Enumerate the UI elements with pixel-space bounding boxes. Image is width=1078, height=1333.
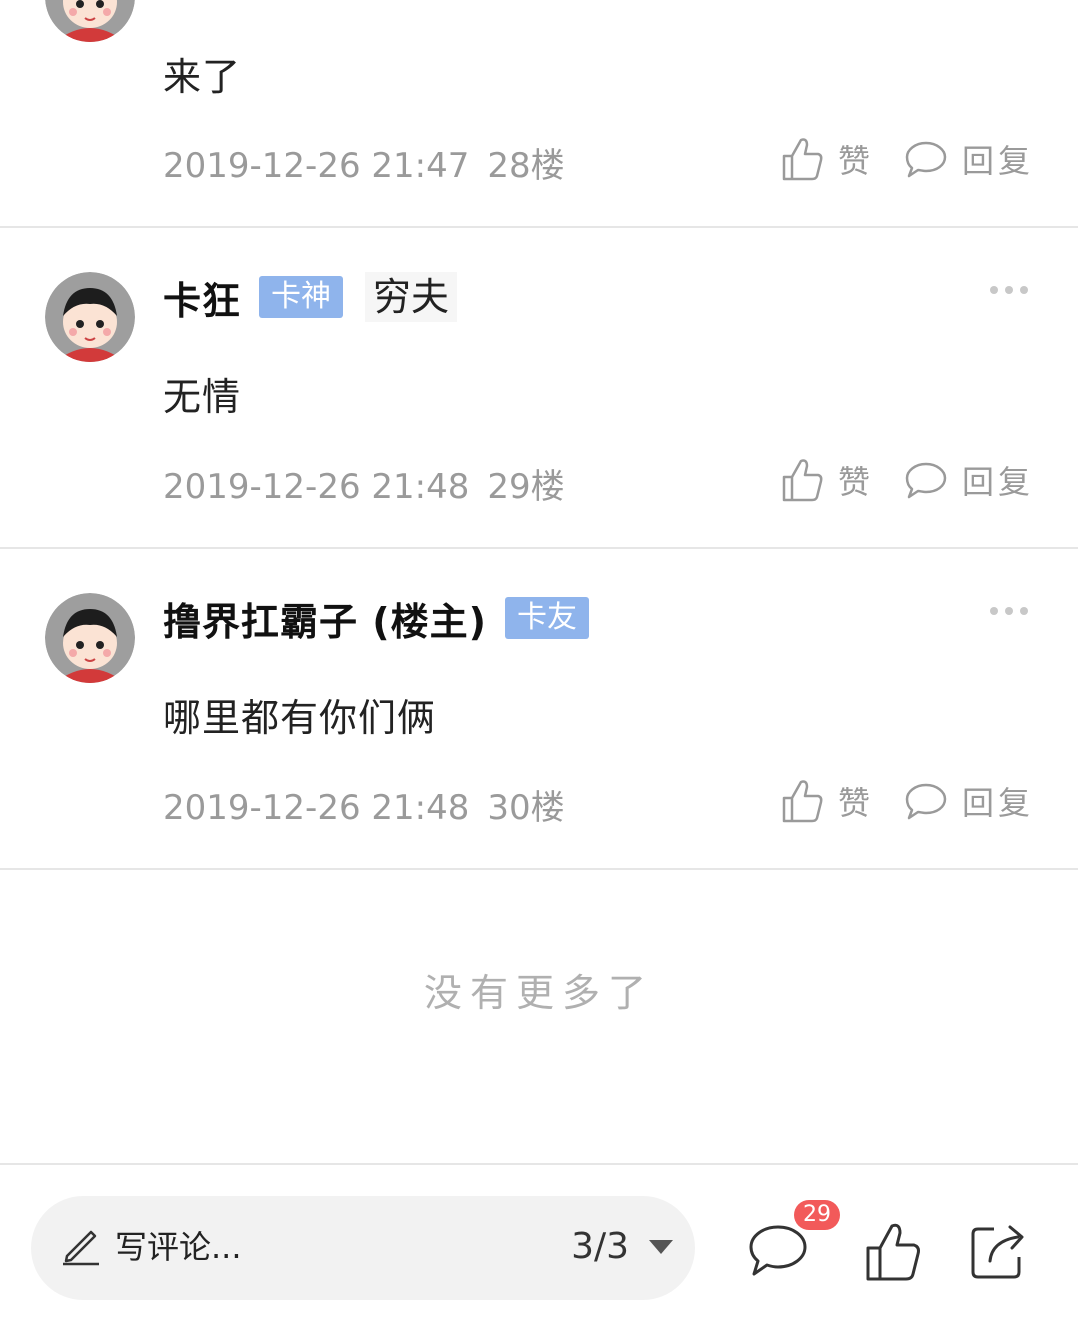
comment-icon [905,462,947,499]
like-button[interactable]: 赞 [780,457,874,503]
comment-actions: 赞 回复 [780,778,1034,824]
reply-label: 回复 [961,463,1034,501]
comment-count-badge: 29 [794,1200,840,1230]
avatar[interactable] [45,272,135,362]
reply-button[interactable]: 回复 [904,778,1034,824]
thumbs-up-icon [782,459,823,502]
comment-text: 哪里都有你们俩 [163,696,437,740]
avatar[interactable] [45,593,135,683]
like-icon[interactable] [864,1221,922,1283]
comment-icon [905,783,947,820]
timestamp: 2019-12-26 21:47 [163,146,470,186]
reply-label: 回复 [961,142,1034,180]
floor-number: 30楼 [487,788,565,828]
more-options-icon[interactable] [990,286,1028,294]
like-button[interactable]: 赞 [780,136,874,182]
share-icon[interactable] [968,1221,1028,1281]
username[interactable]: 撸界扛霸子 (楼主) [163,591,487,646]
author-row: 撸界扛霸子 (楼主) 卡友 [163,591,589,646]
comment-text: 无情 [163,375,242,419]
author-row: 卡狂 卡神 穷夫 [163,270,458,325]
comment-input[interactable]: 写评论... 3/3 [31,1196,695,1300]
like-label: 赞 [837,463,874,501]
thumbs-up-icon [782,138,823,181]
timestamp: 2019-12-26 21:48 [163,788,470,828]
comment-icon[interactable] [748,1223,808,1279]
reply-label: 回复 [961,784,1034,822]
timestamp: 2019-12-26 21:48 [163,467,470,507]
level-badge: 卡神 [259,276,344,318]
comment-meta: 2019-12-26 21:47 28楼 [163,138,565,187]
like-label: 赞 [837,784,874,822]
comment-meta: 2019-12-26 21:48 29楼 [163,459,565,508]
thumbs-up-icon [782,780,823,823]
like-button[interactable]: 赞 [780,778,874,824]
end-of-list-text: 没有更多了 [423,971,654,1015]
comment-placeholder: 写评论... [115,1228,242,1266]
page-indicator[interactable]: 3/3 [571,1226,629,1267]
comment-item: 来了 2019-12-26 21:47 28楼 赞 回复 [0,0,1078,228]
comment-text: 来了 [163,55,242,99]
more-options-icon[interactable] [990,607,1028,615]
comment-actions: 赞 回复 [780,136,1034,182]
avatar[interactable] [45,0,135,42]
comment-actions: 赞 回复 [780,457,1034,503]
bottom-bar: 写评论... 3/3 29 [0,1163,1078,1333]
username[interactable]: 卡狂 [163,270,241,325]
comment-item: 卡狂 卡神 穷夫 无情 2019-12-26 21:48 29楼 赞 回复 [0,228,1078,549]
reply-button[interactable]: 回复 [904,457,1034,503]
comment-icon [905,141,947,178]
title-chip: 穷夫 [365,272,458,322]
pencil-icon [63,1230,99,1266]
floor-number: 28楼 [487,146,565,186]
comment-meta: 2019-12-26 21:48 30楼 [163,780,565,829]
level-badge: 卡友 [504,597,589,639]
comment-item: 撸界扛霸子 (楼主) 卡友 哪里都有你们俩 2019-12-26 21:48 30… [0,549,1078,870]
caret-down-icon[interactable] [647,1238,675,1256]
reply-button[interactable]: 回复 [904,136,1034,182]
like-label: 赞 [837,142,874,180]
floor-number: 29楼 [487,467,565,507]
